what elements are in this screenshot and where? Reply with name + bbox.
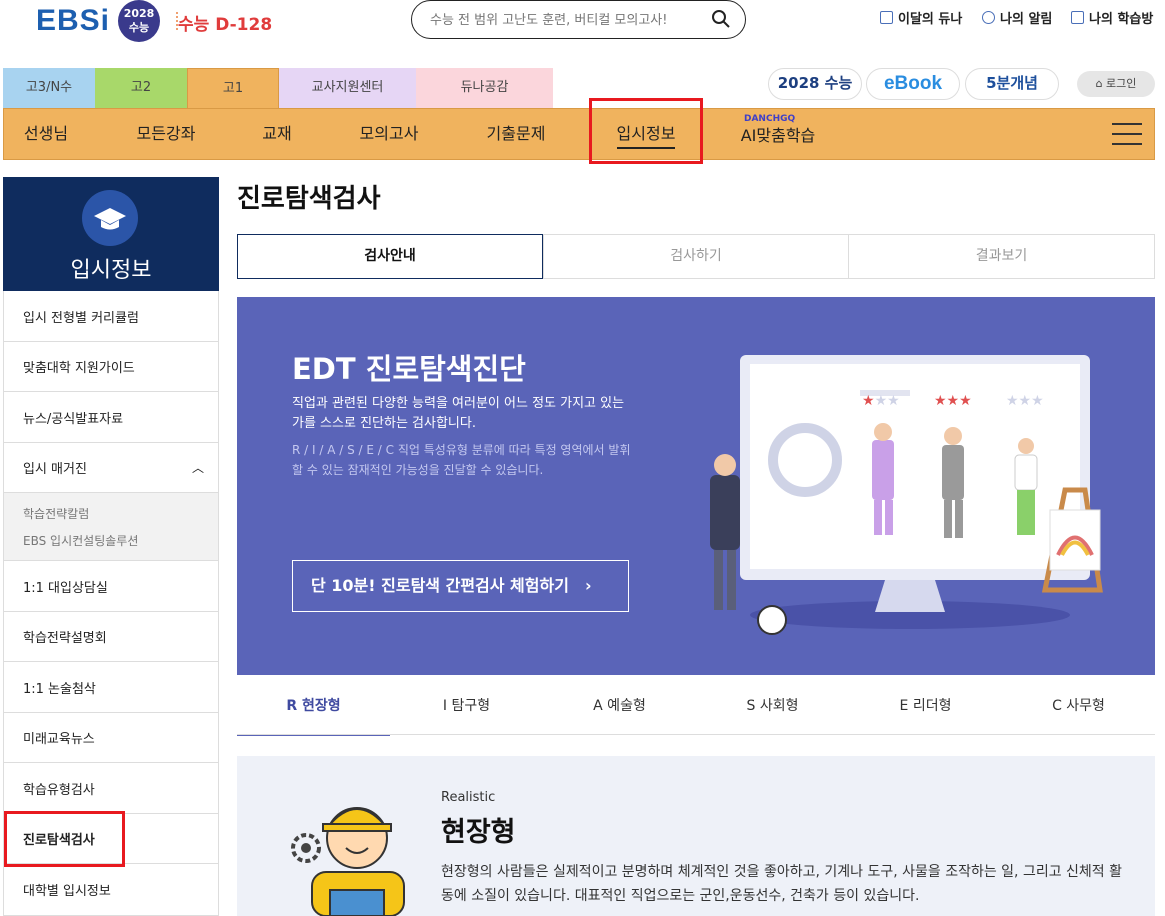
nav-admission-info[interactable]: 입시정보 — [603, 108, 689, 160]
chevron-right-icon: › — [584, 576, 592, 595]
my-study-label: 나의 학습방 — [1089, 12, 1154, 27]
tab-results[interactable]: 결과보기 — [848, 234, 1155, 279]
tab-test-guide[interactable]: 검사안내 — [237, 234, 543, 279]
quick-test-button[interactable]: 단 10분! 진로탐색 간편검사 체험하기 › — [292, 560, 629, 612]
tab-type-realistic[interactable]: R 현장형 — [237, 680, 390, 736]
badge-year: 2028 — [123, 7, 155, 20]
suneung-2028-button[interactable]: 2028 수능 — [768, 68, 862, 100]
sidebar-item-counsel[interactable]: 1:1 대입상담실 — [3, 561, 219, 612]
nav-teacher[interactable]: 선생님 — [10, 108, 82, 160]
study-room-icon — [1071, 11, 1084, 24]
nav-admission-label: 입시정보 — [616, 124, 676, 149]
search-box — [411, 0, 746, 39]
clock-icon — [982, 11, 995, 24]
tab-teacher-center[interactable]: 교사지원센터 — [279, 68, 416, 108]
tab-grade3[interactable]: 고3/N수 — [3, 68, 95, 108]
nav-past-exam[interactable]: 기출문제 — [470, 108, 562, 160]
monthly-duna-label: 이달의 듀나 — [898, 12, 963, 27]
sidebar-item-news[interactable]: 뉴스/공식발표자료 — [3, 392, 219, 443]
suneung-badge: 2028 수능 — [118, 0, 160, 42]
sidebar-item-magazine-label: 입시 매거진 — [23, 462, 87, 477]
my-study-link[interactable]: 나의 학습방 — [1071, 8, 1153, 27]
page-title: 진로탐색검사 — [237, 184, 381, 214]
sidebar-item-future-news[interactable]: 미래교육뉴스 — [3, 713, 219, 763]
my-alarm-link[interactable]: 나의 알림 — [982, 8, 1052, 27]
svg-text:★★★: ★★★ — [1006, 393, 1044, 409]
svg-text:★★★: ★★★ — [934, 393, 972, 409]
tab-type-enterprising[interactable]: E 리더형 — [849, 680, 1002, 736]
calendar-icon — [880, 11, 893, 24]
dday-counter: 수능 D-128 — [178, 15, 273, 35]
tab-grade1[interactable]: 고1 — [187, 68, 279, 108]
five-min-concept-button[interactable]: 5분개념 — [965, 68, 1059, 100]
type-english-name: Realistic — [441, 790, 496, 805]
banner-title: EDT 진로탐색진단 — [292, 352, 526, 386]
search-input[interactable] — [430, 9, 700, 31]
worker-illustration — [291, 807, 405, 916]
banner-subdescription: R / I / A / S / E / C 직업 특성유형 분류에 따라 특정 … — [292, 443, 631, 477]
sidebar-submenu: 학습전략칼럼 EBS 입시컨설팅솔루션 — [3, 493, 219, 561]
badge-label: 수능 — [128, 21, 150, 34]
my-alarm-label: 나의 알림 — [1000, 12, 1053, 27]
tab-duna-space[interactable]: 듀나공감 — [416, 68, 553, 108]
login-label: 로그인 — [1106, 77, 1137, 90]
login-button[interactable]: ⌂ 로그인 — [1077, 71, 1155, 97]
tab-take-test[interactable]: 검사하기 — [543, 234, 849, 279]
type-description: 현장형의 사람들은 실제적이고 분명하며 체계적인 것을 좋아하고, 기계나 도… — [441, 864, 1123, 904]
svg-text:★★★: ★★★ — [862, 393, 900, 409]
nav-all-courses[interactable]: 모든강좌 — [120, 108, 212, 160]
quick-test-label: 단 10분! 진로탐색 간편검사 체험하기 — [311, 576, 569, 595]
sidebar-career-highlight — [4, 811, 125, 867]
tab-type-investigative[interactable]: I 탐구형 — [390, 680, 543, 736]
chevron-up-icon: ︿ — [191, 461, 204, 475]
search-icon[interactable] — [711, 9, 731, 29]
tab-type-artistic[interactable]: A 예술형 — [543, 680, 696, 736]
nav-ai-learning[interactable]: AI맞춤학습 — [735, 110, 821, 162]
tab-type-conventional[interactable]: C 사무형 — [1002, 680, 1155, 736]
ebsi-logo[interactable]: EBSi — [36, 4, 110, 38]
sidebar-item-briefing[interactable]: 학습전략설명회 — [3, 612, 219, 662]
nav-textbook[interactable]: 교재 — [246, 108, 308, 160]
sidebar-title: 입시정보 — [70, 258, 152, 283]
ebook-button[interactable]: eBook — [866, 68, 960, 100]
sidebar-item-university-guide[interactable]: 맞춤대학 지원가이드 — [3, 342, 219, 392]
type-name: 현장형 — [441, 817, 516, 848]
sidebar-sub-consulting[interactable]: EBS 입시컨설팅솔루션 — [23, 532, 138, 549]
banner-description: 직업과 관련된 다양한 능력을 여러분이 어느 정도 가지고 있는가를 스스로 … — [292, 396, 625, 431]
sidebar-item-essay[interactable]: 1:1 논술첨삭 — [3, 662, 219, 713]
hamburger-menu-icon[interactable] — [1112, 123, 1142, 147]
type-tabs-divider — [237, 734, 1155, 735]
sidebar-item-learning-type[interactable]: 학습유형검사 — [3, 763, 219, 814]
tab-type-social[interactable]: S 사회형 — [696, 680, 849, 736]
monthly-duna-link[interactable]: 이달의 듀나 — [880, 8, 962, 27]
sidebar-item-university-admission[interactable]: 대학별 입시정보 — [3, 864, 219, 916]
sidebar-item-magazine[interactable]: 입시 매거진 ︿ — [3, 443, 219, 493]
sidebar-sub-strategy-column[interactable]: 학습전략칼럼 — [23, 505, 89, 522]
nav-mock-exam[interactable]: 모의고사 — [343, 108, 435, 160]
sidebar-item-curriculum[interactable]: 입시 전형별 커리큘럼 — [3, 291, 219, 342]
career-illustration: ★★★ ★★★ ★★★ — [710, 355, 1103, 635]
tab-grade2[interactable]: 고2 — [95, 68, 187, 108]
graduation-cap-icon — [82, 190, 138, 246]
home-icon: ⌂ — [1095, 77, 1107, 90]
